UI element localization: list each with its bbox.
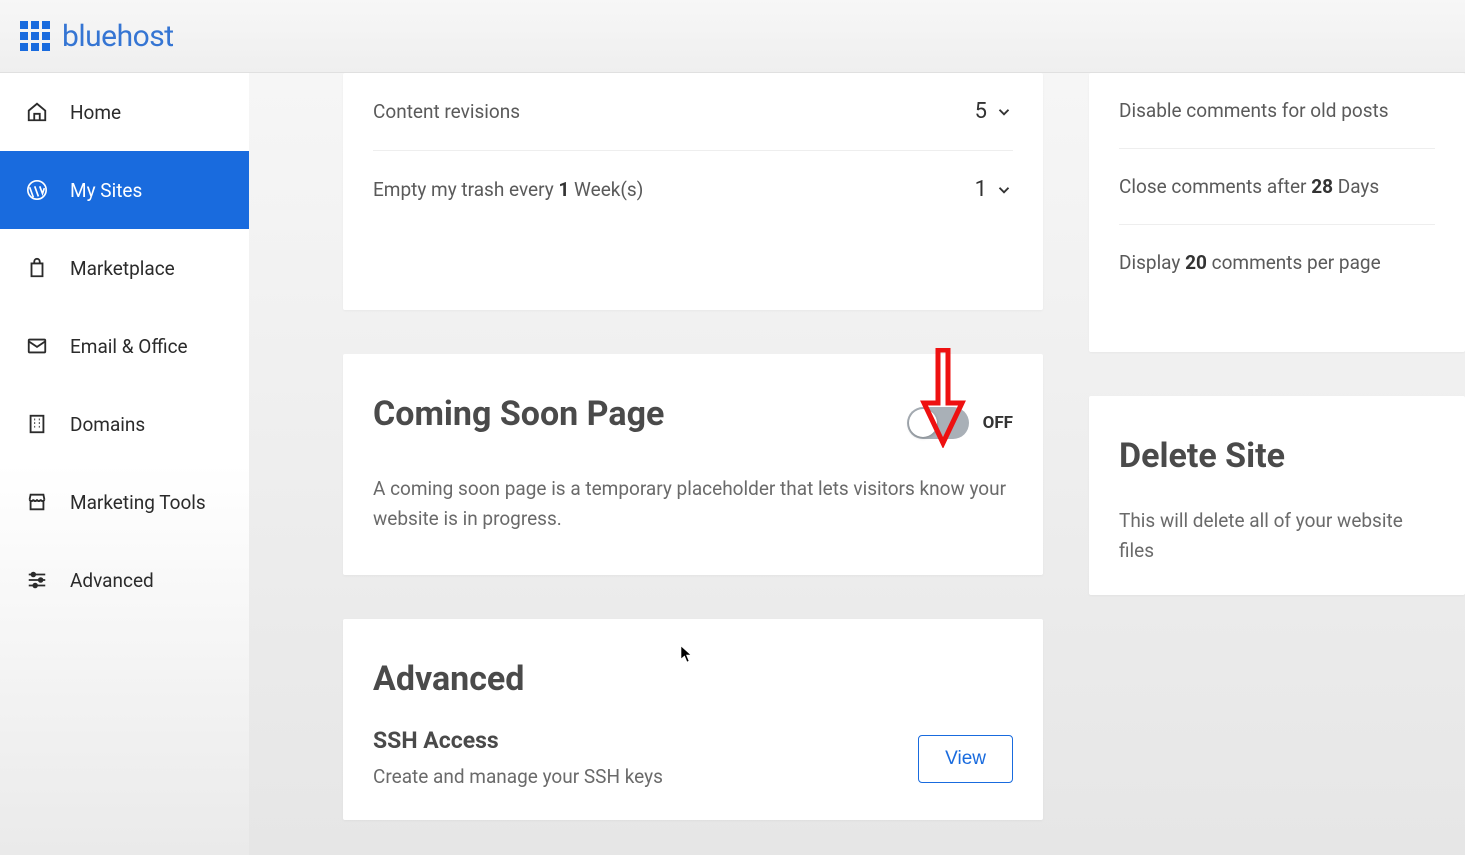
sidebar-item-label: Marketplace [70,257,175,280]
content-revisions-label: Content revisions [373,100,520,123]
sidebar-item-marketing-tools[interactable]: Marketing Tools [0,463,249,541]
coming-soon-title: Coming Soon Page [373,394,664,434]
sidebar-item-marketplace[interactable]: Marketplace [0,229,249,307]
delete-site-title: Delete Site [1119,436,1435,476]
content-revisions-value[interactable]: 5 [975,99,1013,124]
grid-icon [20,21,50,51]
advanced-title: Advanced [373,659,1013,699]
view-button[interactable]: View [918,735,1013,783]
sidebar-item-email-office[interactable]: Email & Office [0,307,249,385]
home-icon [26,101,48,123]
building-icon [26,413,48,435]
sidebar-item-label: Advanced [70,569,154,592]
brand-logo[interactable]: bluehost [20,19,174,54]
store-icon [26,491,48,513]
sidebar-item-home[interactable]: Home [0,73,249,151]
sidebar-item-domains[interactable]: Domains [0,385,249,463]
advanced-card: Advanced SSH Access Create and manage yo… [343,619,1043,820]
sidebar-item-label: Domains [70,413,145,436]
wordpress-icon [26,179,48,201]
chevron-down-icon [995,103,1013,121]
delete-site-desc: This will delete all of your website fil… [1119,506,1435,567]
comments-card: Disable comments for old posts Close com… [1089,73,1465,352]
disable-comments-row[interactable]: Disable comments for old posts [1119,73,1435,149]
toggle-knob [909,409,937,437]
sidebar-item-label: Marketing Tools [70,491,206,514]
sidebar-item-label: Home [70,101,121,124]
sidebar: Home My Sites Marketplace Email & Office… [0,73,249,855]
empty-trash-value[interactable]: 1 [975,177,1013,202]
chevron-down-icon [995,181,1013,199]
app-header: bluehost [0,0,1465,73]
sidebar-item-my-sites[interactable]: My Sites [0,151,249,229]
content-area: Content revisions 5 Empty my trash every… [249,73,1465,855]
coming-soon-card: Coming Soon Page OFF A coming soon page … [343,354,1043,575]
sidebar-item-label: Email & Office [70,335,188,358]
display-comments-row[interactable]: Display 20 comments per page [1119,225,1435,324]
ssh-access-desc: Create and manage your SSH keys [373,762,663,792]
close-comments-row[interactable]: Close comments after 28 Days [1119,149,1435,225]
sidebar-item-label: My Sites [70,179,142,202]
sidebar-item-advanced[interactable]: Advanced [0,541,249,619]
empty-trash-row[interactable]: Empty my trash every 1 Week(s) 1 [373,151,1013,282]
coming-soon-toggle[interactable] [907,407,969,439]
coming-soon-desc: A coming soon page is a temporary placeh… [373,474,1013,535]
delete-site-card: Delete Site This will delete all of your… [1089,396,1465,595]
ssh-access-title: SSH Access [373,727,663,754]
mail-icon [26,335,48,357]
toggle-state-label: OFF [983,413,1013,433]
bag-icon [26,257,48,279]
brand-name: bluehost [62,19,174,54]
empty-trash-label: Empty my trash every 1 Week(s) [373,178,643,201]
content-revisions-row[interactable]: Content revisions 5 [373,73,1013,151]
settings-card: Content revisions 5 Empty my trash every… [343,73,1043,310]
sliders-icon [26,569,48,591]
